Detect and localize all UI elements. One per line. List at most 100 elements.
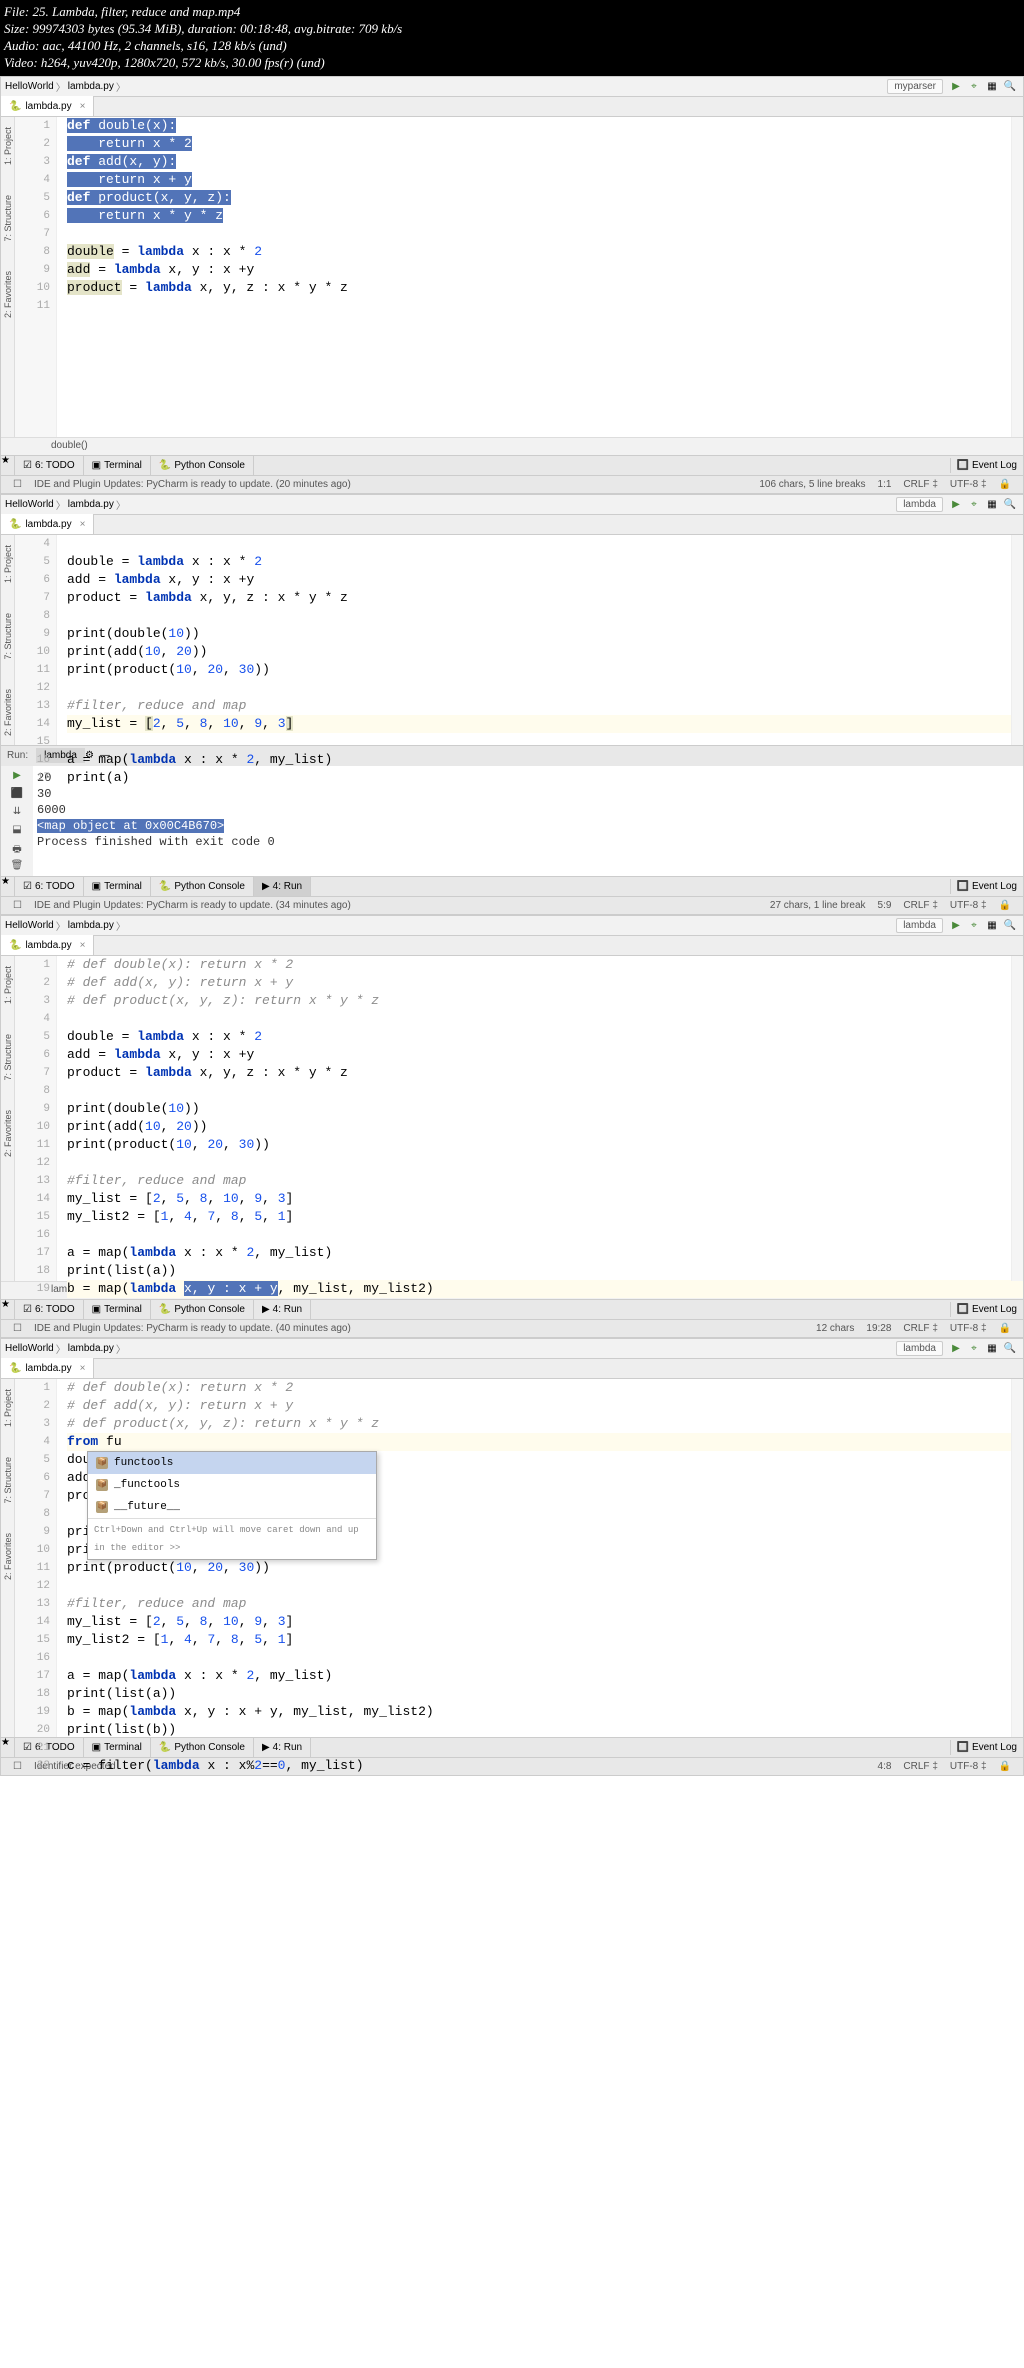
top-toolbar: HelloWorld 〉 lambda.py 〉 myparser ▶ ⌖ ▦ … [1,77,1023,97]
project-tool[interactable]: 1: Project [3,127,13,165]
breadcrumb-project[interactable]: HelloWorld [5,81,54,92]
line-gutter: 1234567891011 [15,117,57,437]
editor-tab-lambda[interactable]: 🐍 lambda.py × [1,96,94,116]
code-editor[interactable]: 12345678910111213141516171819 # def doub… [15,956,1023,1281]
autocomplete-item[interactable]: 📦functools [88,1452,376,1474]
file-line: File: 25. Lambda, filter, reduce and map… [4,4,1020,21]
layout-icon[interactable]: ▦ [984,78,1000,94]
python-console-tab[interactable]: 🐍Python Console [151,455,254,475]
left-tool-window-bar[interactable]: 1: Project7: Structure2: Favorites [1,1379,15,1737]
print-icon[interactable]: 🖶 [10,842,24,856]
todo-tab[interactable]: ☑6: TODO [15,1299,84,1319]
editor-scrollbar[interactable] [1011,117,1023,437]
breadcrumb-project[interactable]: HelloWorld [5,1343,54,1354]
code-editor[interactable]: 12345678910111213141516171819202122 # de… [15,1379,1023,1737]
lock-icon[interactable]: 🔒 [999,479,1011,490]
close-icon[interactable]: × [80,1363,86,1374]
layout-icon[interactable]: ▦ [984,1340,1000,1356]
left-tool-window-bar[interactable]: 1: Project7: Structure2: Favorites [1,535,15,745]
search-icon[interactable]: 🔍 [1002,917,1018,933]
run-icon[interactable]: ▶ [948,78,964,94]
favorites-tool[interactable]: 2: Favorites [3,271,13,318]
terminal-tab[interactable]: ▣Terminal [84,1299,151,1319]
close-icon[interactable]: × [80,519,86,530]
debug-icon[interactable]: ⌖ [966,496,982,512]
layout-icon[interactable]: ▦ [984,496,1000,512]
breadcrumb-project[interactable]: HelloWorld [5,499,54,510]
breadcrumb-file[interactable]: lambda.py [68,920,114,931]
autocomplete-item[interactable]: 📦_functools [88,1474,376,1496]
autocomplete-hint: Ctrl+Down and Ctrl+Up will move caret do… [88,1518,376,1559]
editor-tab-lambda[interactable]: 🐍lambda.py× [1,514,94,534]
star-icon[interactable]: ★ [1,876,15,896]
status-message: IDE and Plugin Updates: PyCharm is ready… [34,479,351,490]
terminal-tab[interactable]: ▣Terminal [84,876,151,896]
autocomplete-popup[interactable]: 📦functools 📦_functools 📦__future__ Ctrl+… [87,1451,377,1560]
line-sep[interactable]: CRLF ‡ [903,479,937,490]
caret-position: 1:1 [878,479,892,490]
left-tool-window-bar[interactable]: 1: Project 7: Structure 2: Favorites [1,117,15,437]
lock-icon[interactable]: 🔒 [999,1323,1011,1334]
run-icon[interactable]: ▶ [948,1340,964,1356]
selection-info: 106 chars, 5 line breaks [759,479,865,490]
layout-icon[interactable]: ⇊ [10,806,24,820]
terminal-tab[interactable]: ▣Terminal [84,455,151,475]
layout-icon[interactable]: ▦ [984,917,1000,933]
structure-tool[interactable]: 7: Structure [3,195,13,242]
breadcrumb-project[interactable]: HelloWorld [5,920,54,931]
close-icon[interactable]: × [80,101,86,112]
editor-tab-lambda[interactable]: 🐍lambda.py× [1,935,94,955]
left-tool-window-bar[interactable]: 1: Project7: Structure2: Favorites [1,956,15,1281]
status-message: IDE and Plugin Updates: PyCharm is ready… [34,900,351,911]
star-icon[interactable]: ★ [1,455,15,475]
run-config-selector[interactable]: myparser [887,79,943,94]
close-icon[interactable]: × [80,940,86,951]
status-bar: ☐IDE and Plugin Updates: PyCharm is read… [1,475,1023,493]
stop-icon[interactable]: ⬛ [10,788,24,802]
search-icon[interactable]: 🔍 [1002,1340,1018,1356]
run-tab[interactable]: ▶4: Run [254,876,311,896]
run-tab[interactable]: ▶4: Run [254,1299,311,1319]
code-editor[interactable]: 1234567891011 def double(x): return x * … [15,117,1023,437]
trash-icon[interactable]: 🗑 [10,860,24,874]
code-area[interactable]: def double(x): return x * 2 def add(x, y… [57,117,1023,297]
debug-icon[interactable]: ⌖ [966,917,982,933]
layout-icon[interactable]: ⬓ [10,824,24,838]
breadcrumb-file[interactable]: lambda.py [68,81,114,92]
python-console-tab[interactable]: 🐍Python Console [151,1299,254,1319]
size-line: Size: 99974303 bytes (95.34 MiB), durati… [4,21,1020,38]
python-file-icon: 🐍 [9,940,21,951]
python-console-tab[interactable]: 🐍Python Console [151,876,254,896]
code-editor[interactable]: 4567891011121314151617 double = lambda x… [15,535,1023,745]
todo-tab[interactable]: ☑6: TODO [15,455,84,475]
debug-icon[interactable]: ⌖ [966,78,982,94]
editor-scrollbar[interactable] [1011,535,1023,745]
star-icon[interactable]: ★ [1,1737,15,1757]
event-log-button[interactable]: 🔲 Event Log [950,879,1023,894]
breadcrumb-file[interactable]: lambda.py [68,499,114,510]
debug-icon[interactable]: ⌖ [966,1340,982,1356]
run-icon[interactable]: ▶ [948,917,964,933]
ide-pane-3: HelloWorld〉lambda.py〉 lambda ▶⌖▦🔍 🐍lambd… [0,915,1024,1338]
breadcrumb-file[interactable]: lambda.py [68,1343,114,1354]
python-file-icon: 🐍 [9,519,21,530]
python-file-icon: 🐍 [9,101,21,112]
editor-scrollbar[interactable] [1011,956,1023,1281]
run-config-selector[interactable]: lambda [896,1341,943,1356]
search-icon[interactable]: 🔍 [1002,78,1018,94]
video-line: Video: h264, yuv420p, 1280x720, 572 kb/s… [4,55,1020,72]
event-log-button[interactable]: 🔲 Event Log [950,458,1023,473]
run-config-selector[interactable]: lambda [896,497,943,512]
todo-tab[interactable]: ☑6: TODO [15,876,84,896]
event-log-button[interactable]: 🔲 Event Log [950,1302,1023,1317]
autocomplete-item[interactable]: 📦__future__ [88,1496,376,1518]
editor-scrollbar[interactable] [1011,1379,1023,1737]
search-icon[interactable]: 🔍 [1002,496,1018,512]
editor-tab-lambda[interactable]: 🐍lambda.py× [1,1358,94,1378]
lock-icon[interactable]: 🔒 [999,900,1011,911]
run-config-selector[interactable]: lambda [896,918,943,933]
star-icon[interactable]: ★ [1,1299,15,1319]
status-message: IDE and Plugin Updates: PyCharm is ready… [34,1323,351,1334]
run-icon[interactable]: ▶ [948,496,964,512]
encoding[interactable]: UTF-8 ‡ [950,479,987,490]
